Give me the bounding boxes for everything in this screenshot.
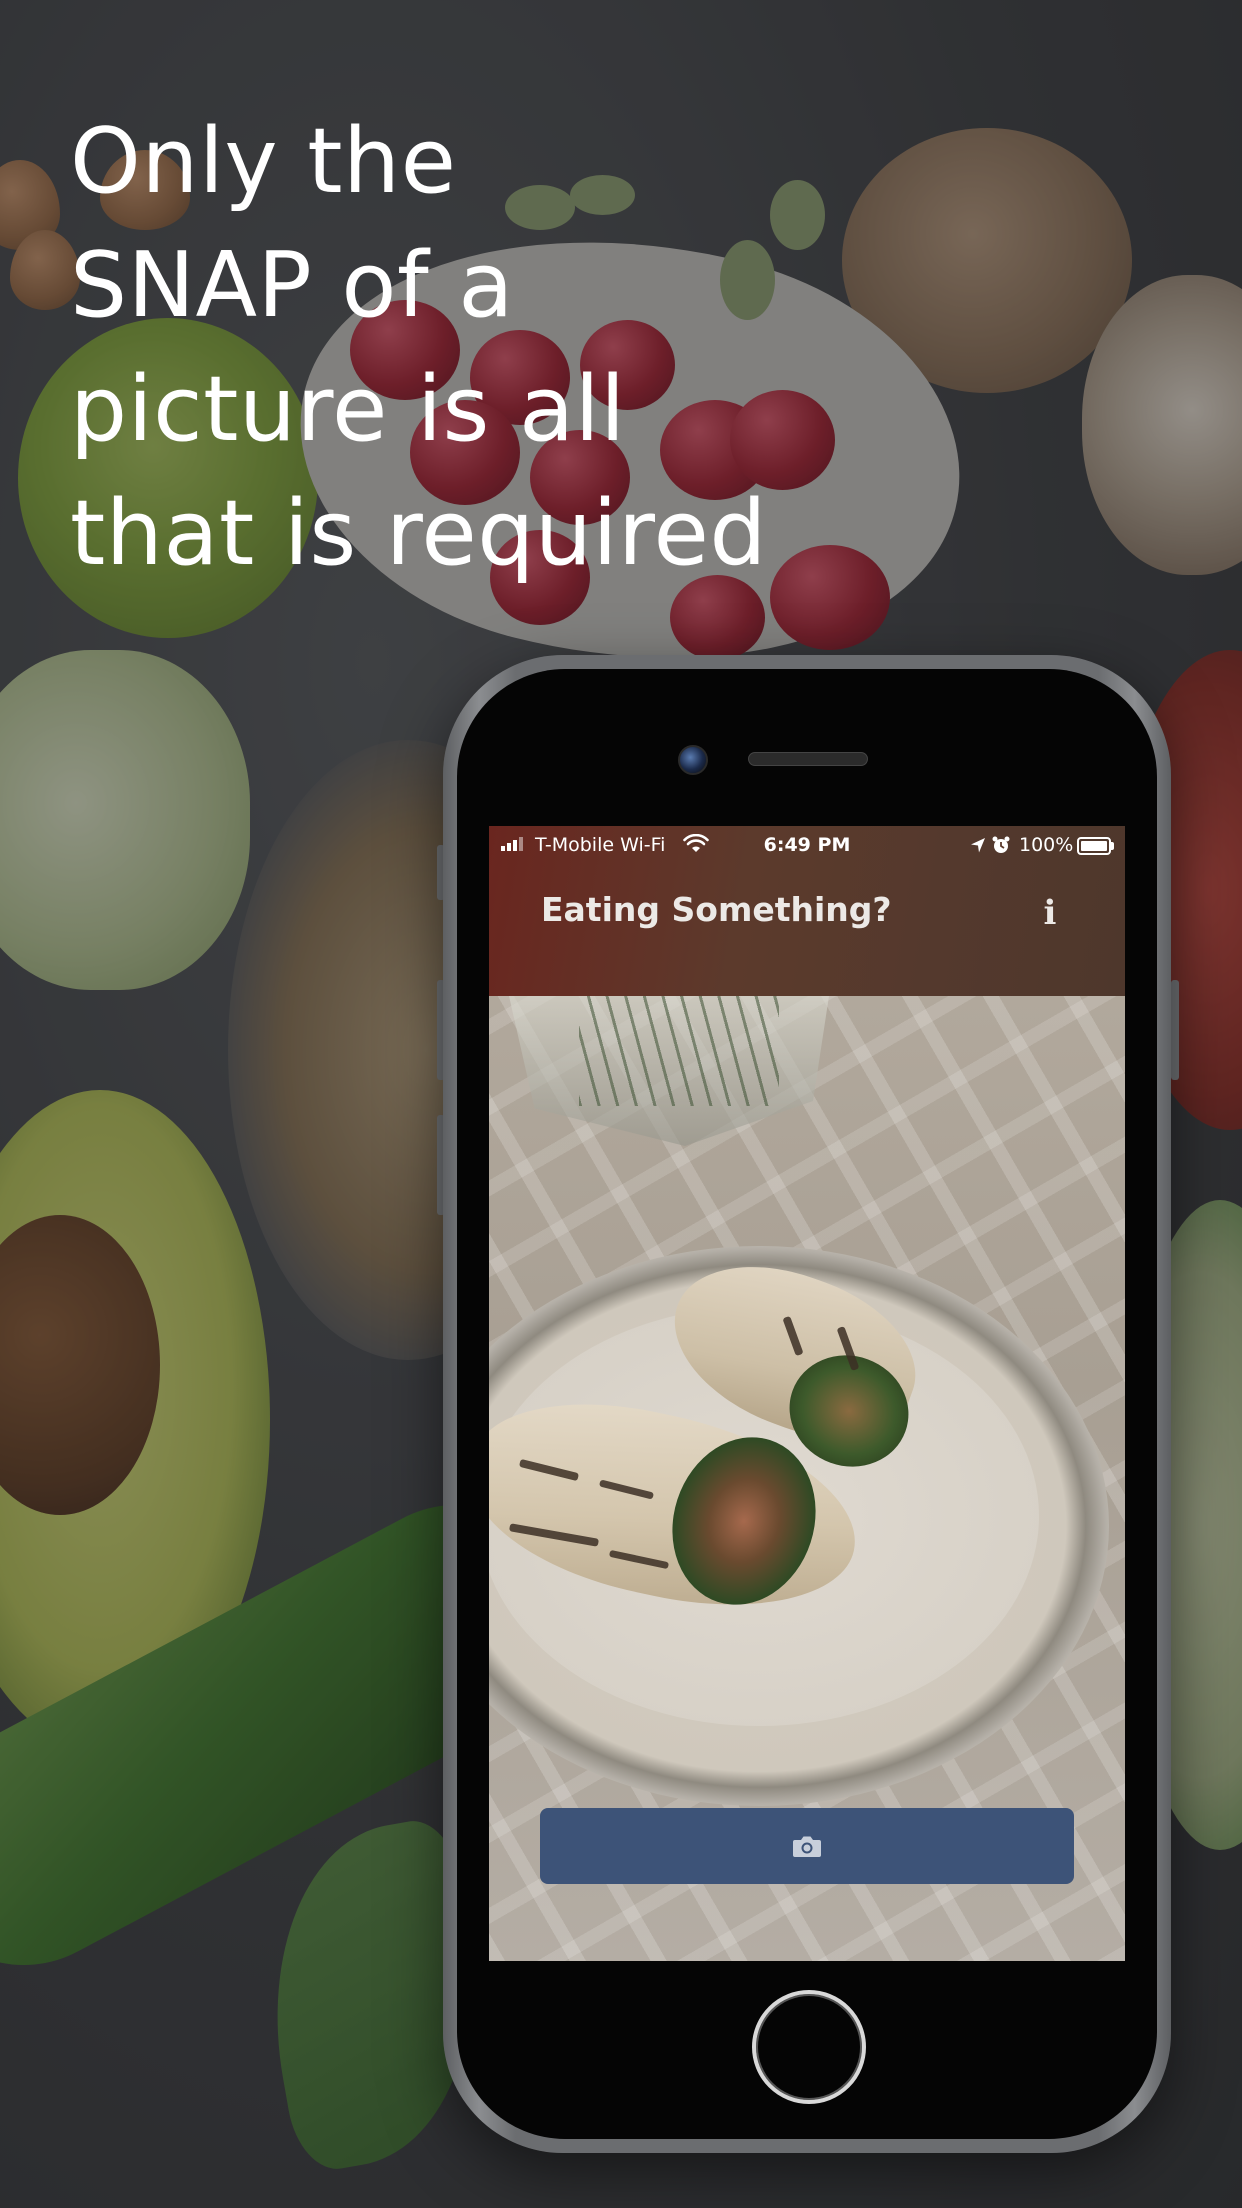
location-icon: [971, 838, 985, 853]
headline-line: Only the: [70, 109, 457, 214]
front-camera: [678, 745, 708, 775]
headline-line: SNAP of a: [70, 233, 514, 338]
nav-title: Eating Something?: [541, 890, 892, 929]
status-bar: T-Mobile Wi-Fi 6:49 PM 100%: [489, 826, 1125, 864]
headline-line: that is required: [70, 481, 767, 586]
app-screen: T-Mobile Wi-Fi 6:49 PM 100% Eating Somet…: [489, 826, 1125, 1961]
battery-icon: [1077, 837, 1114, 855]
flower-stems-in-photo: [579, 996, 779, 1106]
battery-percentage: 100%: [1019, 834, 1074, 856]
info-button[interactable]: i: [1025, 888, 1075, 938]
app-store-screenshot: Only the SNAP of a picture is all that i…: [0, 0, 1242, 2208]
home-button[interactable]: [752, 1990, 866, 2104]
camera-icon: [793, 1836, 821, 1857]
headline: Only the SNAP of a picture is all that i…: [70, 100, 790, 596]
alarm-icon: [992, 836, 1010, 853]
headline-line: picture is all: [70, 357, 626, 462]
earpiece-speaker: [748, 752, 868, 766]
power-button: [1171, 980, 1179, 1080]
take-photo-button[interactable]: [540, 1808, 1074, 1884]
